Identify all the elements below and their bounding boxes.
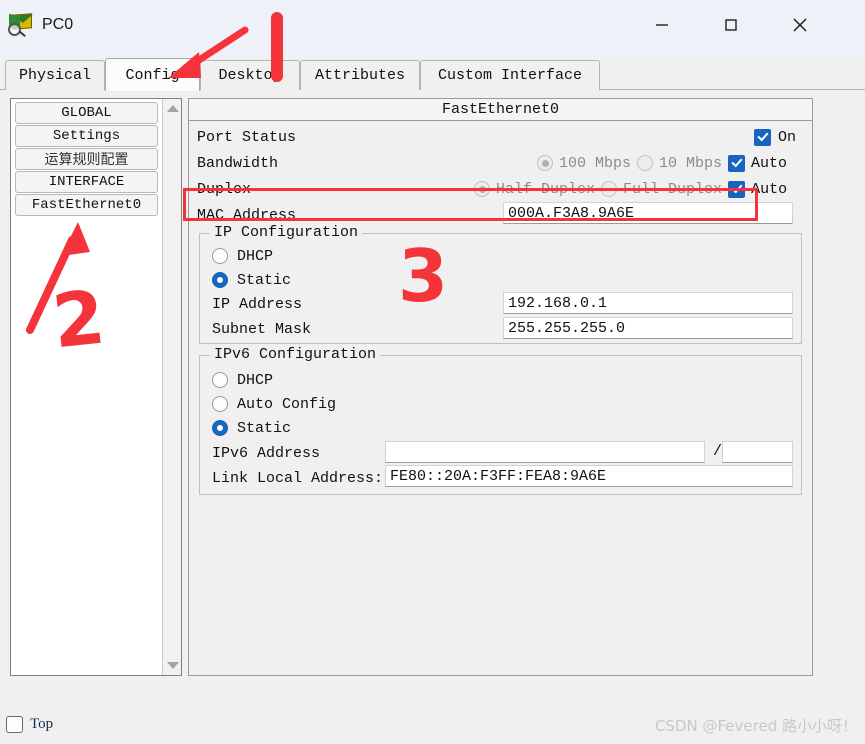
bandwidth-10mbps-radio[interactable] [637,155,654,171]
tab-physical[interactable]: Physical [5,60,105,90]
bandwidth-auto-label: Auto [751,154,788,172]
link-local-address-field: FE80::20A:F3FF:FEA8:9A6E [385,465,793,487]
sidebar-scrollbar[interactable] [162,99,181,675]
mac-address-field[interactable]: 000A.F3A8.9A6E [503,202,793,224]
tab-custom-interface[interactable]: Custom Interface [420,60,600,90]
title-bar: PC0 [0,0,865,58]
ip-configuration-title: IP Configuration [210,224,363,241]
ip-static-radio[interactable] [212,272,228,288]
window-title: PC0 [42,16,74,33]
tab-attributes[interactable]: Attributes [300,60,420,90]
ipv6-static-label: Static [237,419,292,437]
duplex-options: Half Duplex Full Duplex Auto [474,177,787,201]
port-status-control: On [754,125,796,149]
bandwidth-10mbps-label: 10 Mbps [659,154,723,172]
minimize-button[interactable] [639,4,685,46]
ipv6-dhcp-option[interactable]: DHCP [212,368,273,392]
ipv6-configuration-title: IPv6 Configuration [210,346,381,363]
ipv6-dhcp-radio[interactable] [212,372,228,388]
ip-dhcp-label: DHCP [237,247,274,265]
top-checkbox-wrap[interactable]: Top [6,716,53,733]
ip-static-label: Static [237,271,292,289]
port-status-label: Port Status [197,128,297,146]
duplex-full-label: Full Duplex [623,180,723,198]
ipv6-static-radio[interactable] [212,420,228,436]
config-sidebar-list: GLOBAL Settings 运算规则配置 INTERFACE FastEth… [11,99,162,675]
packet-tracer-device-icon [8,12,34,38]
ip-address-label-wrap: IP Address [212,292,302,316]
interface-panel-title: FastEthernet0 [189,99,812,121]
scroll-up-arrow-icon[interactable] [163,99,182,118]
ipv6-auto-config-radio[interactable] [212,396,228,412]
ip-dhcp-option[interactable]: DHCP [212,244,273,268]
duplex-auto-label: Auto [751,180,788,198]
mac-address-label: MAC Address [197,206,297,224]
ip-address-label: IP Address [212,295,303,313]
config-sidebar: GLOBAL Settings 运算规则配置 INTERFACE FastEth… [10,98,182,676]
watermark-text: CSDN @Fevered 路小小呀！ [654,717,857,735]
port-status-label-wrap: Port Status [197,125,296,149]
ip-dhcp-radio[interactable] [212,248,228,264]
packet-tracer-device-window: PC0 Physical Config Desktop Attributes C… [0,0,865,744]
tab-config[interactable]: Config [105,58,200,91]
top-checkbox[interactable] [6,716,23,733]
bandwidth-auto-checkbox[interactable] [728,154,746,172]
ipv6-prefix-field[interactable] [722,441,793,463]
bandwidth-label-wrap: Bandwidth [197,151,278,175]
interface-panel: FastEthernet0 Port Status On Bandwidth 1… [188,98,813,676]
tab-bar: Physical Config Desktop Attributes Custo… [0,58,865,91]
ipv6-prefix-separator: / [713,443,723,460]
ipv6-static-option[interactable]: Static [212,416,291,440]
footer-bar: Top CSDN @Fevered 路小小呀！ [0,706,865,744]
bandwidth-label: Bandwidth [197,154,279,172]
port-status-on-checkbox[interactable] [754,128,771,146]
ipv6-address-field[interactable] [385,441,705,463]
title-bar-left: PC0 [8,12,73,38]
ip-address-field[interactable]: 192.168.0.1 [503,292,793,314]
ipv6-auto-config-label: Auto Config [237,395,337,413]
maximize-button[interactable] [708,4,754,46]
sidebar-header-interface: INTERFACE [15,171,158,193]
duplex-label: Duplex [197,180,252,198]
duplex-half-radio[interactable] [474,181,490,197]
subnet-mask-label: Subnet Mask [212,320,312,338]
ip-static-option[interactable]: Static [212,268,291,292]
duplex-auto-checkbox[interactable] [728,180,746,198]
bandwidth-100mbps-label: 100 Mbps [559,154,632,172]
bandwidth-options: 100 Mbps 10 Mbps Auto [537,151,787,175]
duplex-half-label: Half Duplex [496,180,596,198]
close-button[interactable] [777,4,823,46]
config-content: GLOBAL Settings 运算规则配置 INTERFACE FastEth… [0,90,865,706]
port-status-on-label: On [778,128,797,146]
subnet-mask-label-wrap: Subnet Mask [212,317,311,341]
ipv6-auto-config-option[interactable]: Auto Config [212,392,336,416]
duplex-label-wrap: Duplex [197,177,251,201]
sidebar-item-settings[interactable]: Settings [15,125,158,147]
link-local-address-label: Link Local Address: [212,469,384,487]
bandwidth-100mbps-radio[interactable] [537,155,553,171]
ipv6-configuration-group: IPv6 Configuration DHCP Auto Config Stat… [199,346,802,495]
ipv6-dhcp-label: DHCP [237,371,274,389]
ipv6-address-label: IPv6 Address [212,444,321,462]
sidebar-header-global: GLOBAL [15,102,158,124]
sidebar-item-algorithm-rules[interactable]: 运算规则配置 [15,148,158,170]
top-checkbox-label: Top [30,716,54,732]
ipv6-address-label-wrap: IPv6 Address [212,441,320,465]
ip-configuration-group: IP Configuration DHCP Static IP Address … [199,224,802,344]
link-local-label-wrap: Link Local Address: [212,466,383,490]
sidebar-item-fastethernet0[interactable]: FastEthernet0 [15,194,158,216]
tab-desktop[interactable]: Desktop [200,60,300,90]
scroll-down-arrow-icon[interactable] [163,656,182,675]
duplex-full-radio[interactable] [601,181,618,197]
subnet-mask-field[interactable]: 255.255.255.0 [503,317,793,339]
